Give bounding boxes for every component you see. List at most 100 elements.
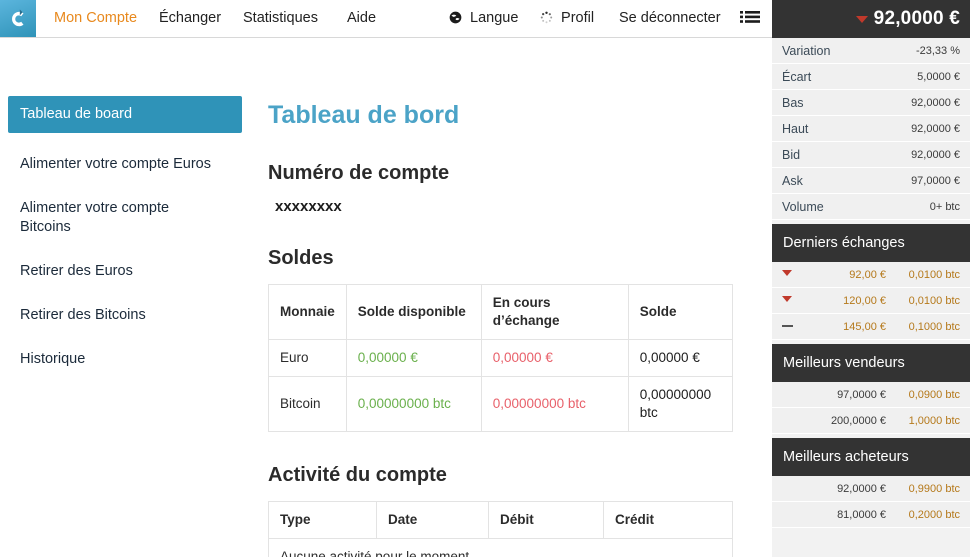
sidebar-item-historique[interactable]: Historique: [8, 341, 242, 378]
c-logo-icon: [7, 8, 29, 30]
table-row: Bitcoin 0,00000000 btc 0,00000000 btc 0,…: [269, 377, 733, 432]
trade-price: 92,00 €: [804, 269, 896, 281]
trade-price: 145,00 €: [804, 321, 896, 333]
soldes-heading: Soldes: [268, 246, 754, 270]
top-navigation-bar: Mon Compte Échanger Statistiques Aide La…: [0, 0, 772, 38]
globe-icon: [449, 2, 462, 39]
stat-row-bid: Bid 92,0000 €: [772, 142, 970, 168]
trade-row: 92,00 € 0,0100 btc: [772, 262, 970, 288]
nav-profil-label: Profil: [561, 10, 594, 26]
sidebar-item-tableau-de-board[interactable]: Tableau de board: [8, 96, 242, 133]
cell-pending: 0,00000 €: [481, 340, 628, 377]
trade-direction-down-icon: [782, 266, 804, 284]
sidebar-item-alimenter-euros[interactable]: Alimenter votre compte Euros: [8, 146, 242, 183]
stat-row-variation: Variation -23,33 %: [772, 38, 970, 64]
offer-amount: 0,2000 btc: [896, 509, 960, 521]
column-header-solde-disponible: Solde disponible: [346, 285, 481, 340]
spinner-icon: [540, 2, 553, 39]
stat-value: -23,33 %: [916, 45, 960, 57]
trade-amount: 0,1000 btc: [896, 321, 960, 333]
stat-row-haut: Haut 92,0000 €: [772, 116, 970, 142]
stat-label: Ask: [782, 174, 803, 188]
cell-available: 0,00000000 btc: [346, 377, 481, 432]
stat-row-volume: Volume 0+ btc: [772, 194, 970, 220]
stat-label: Haut: [782, 122, 808, 136]
offer-amount: 0,9900 btc: [896, 483, 960, 495]
column-header-solde: Solde: [628, 285, 732, 340]
sidebar-navigation: Tableau de board Alimenter votre compte …: [0, 38, 250, 557]
column-header-type: Type: [269, 502, 377, 539]
sidebar-item-retirer-bitcoins[interactable]: Retirer des Bitcoins: [8, 297, 242, 334]
offer-amount: 1,0000 btc: [896, 415, 960, 427]
column-header-date: Date: [377, 502, 489, 539]
cell-available: 0,00000 €: [346, 340, 481, 377]
best-sellers-heading: Meilleurs vendeurs: [772, 344, 970, 382]
stat-row-ask: Ask 97,0000 €: [772, 168, 970, 194]
empty-state-message: Aucune activité pour le moment.: [269, 539, 733, 557]
balances-table: Monnaie Solde disponible En cours d’écha…: [268, 284, 733, 432]
nav-item-aide[interactable]: Aide: [347, 0, 376, 37]
nav-item-echanger[interactable]: Échanger: [159, 0, 221, 37]
offer-amount: 0,0900 btc: [896, 389, 960, 401]
trade-amount: 0,0100 btc: [896, 295, 960, 307]
column-header-en-cours: En cours d’échange: [481, 285, 628, 340]
trade-direction-down-icon: [782, 292, 804, 310]
nav-langue-label: Langue: [470, 10, 518, 26]
offer-price: 81,0000 €: [782, 509, 896, 521]
cell-pending: 0,00000000 btc: [481, 377, 628, 432]
buyer-row: 92,0000 € 0,9900 btc: [772, 476, 970, 502]
ticker-header: 92,0000 €: [772, 0, 970, 38]
trade-row: 120,00 € 0,0100 btc: [772, 288, 970, 314]
brand-logo[interactable]: [0, 0, 36, 37]
stat-label: Écart: [782, 70, 811, 84]
table-header-row: Type Date Débit Crédit: [269, 502, 733, 539]
account-number-heading: Numéro de compte: [268, 161, 754, 185]
cell-total: 0,00000 €: [628, 340, 732, 377]
th-list-icon[interactable]: [740, 10, 760, 27]
table-row-empty: Aucune activité pour le moment.: [269, 539, 733, 557]
sidebar-item-retirer-euros[interactable]: Retirer des Euros: [8, 253, 242, 290]
best-buyers-heading: Meilleurs acheteurs: [772, 438, 970, 476]
stat-label: Bid: [782, 148, 800, 162]
sidebar-item-alimenter-bitcoins[interactable]: Alimenter votre compte Bitcoins: [8, 190, 183, 246]
stat-value: 92,0000 €: [911, 97, 960, 109]
stat-value: 92,0000 €: [911, 149, 960, 161]
seller-row: 200,0000 € 1,0000 btc: [772, 408, 970, 434]
last-trades-heading: Derniers échanges: [772, 224, 970, 262]
activity-heading: Activité du compte: [268, 463, 754, 487]
cell-total: 0,00000000 btc: [628, 377, 732, 432]
offer-price: 97,0000 €: [782, 389, 896, 401]
account-number-value: xxxxxxxx: [275, 198, 754, 215]
nav-item-profil[interactable]: Profil: [540, 0, 594, 37]
stat-label: Variation: [782, 44, 830, 58]
buyer-row: 81,0000 € 0,2000 btc: [772, 502, 970, 528]
stat-value: 97,0000 €: [911, 175, 960, 187]
table-header-row: Monnaie Solde disponible En cours d’écha…: [269, 285, 733, 340]
stat-value: 0+ btc: [930, 201, 960, 213]
stat-row-bas: Bas 92,0000 €: [772, 90, 970, 116]
table-row: Euro 0,00000 € 0,00000 € 0,00000 €: [269, 340, 733, 377]
trade-amount: 0,0100 btc: [896, 269, 960, 281]
offer-price: 200,0000 €: [782, 415, 896, 427]
price-down-arrow-icon: [856, 16, 868, 23]
ticker-price: 92,0000 €: [874, 8, 960, 30]
market-ticker-panel: 92,0000 € Variation -23,33 % Écart 5,000…: [772, 0, 970, 557]
activity-table: Type Date Débit Crédit Aucune activité p…: [268, 501, 733, 557]
stat-value: 5,0000 €: [917, 71, 960, 83]
nav-item-statistiques[interactable]: Statistiques: [243, 0, 318, 37]
trade-price: 120,00 €: [804, 295, 896, 307]
stat-label: Volume: [782, 200, 824, 214]
stat-label: Bas: [782, 96, 804, 110]
cell-currency: Bitcoin: [269, 377, 347, 432]
app-root: Mon Compte Échanger Statistiques Aide La…: [0, 0, 970, 557]
stat-row-ecart: Écart 5,0000 €: [772, 64, 970, 90]
column-header-monnaie: Monnaie: [269, 285, 347, 340]
nav-item-langue[interactable]: Langue: [449, 0, 518, 37]
trade-row: 145,00 € 0,1000 btc: [772, 314, 970, 340]
trade-direction-flat-icon: [782, 318, 804, 336]
column-header-debit: Débit: [489, 502, 604, 539]
page-title: Tableau de bord: [268, 100, 754, 130]
nav-item-logout[interactable]: Se déconnecter: [619, 0, 721, 37]
nav-item-mon-compte[interactable]: Mon Compte: [54, 0, 137, 37]
cell-currency: Euro: [269, 340, 347, 377]
